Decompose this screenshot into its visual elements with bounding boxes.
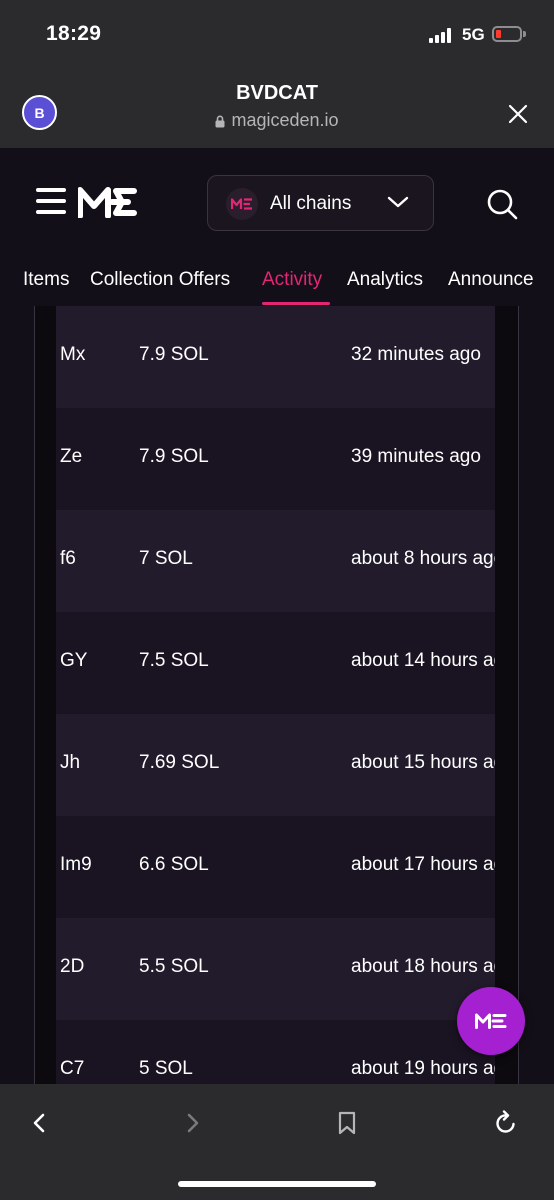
battery-icon xyxy=(492,26,526,42)
chain-select[interactable]: All chains xyxy=(207,175,434,231)
price: 7.9 SOL xyxy=(139,344,209,365)
price: 5 SOL xyxy=(139,1058,193,1079)
status-bar: 18:29 5G xyxy=(0,0,554,72)
time-ago: about 14 hours ago xyxy=(351,650,495,671)
token-id: f6 xyxy=(60,548,76,569)
back-icon[interactable] xyxy=(28,1110,52,1136)
home-indicator[interactable] xyxy=(178,1181,376,1187)
price: 7.69 SOL xyxy=(139,752,220,773)
time-ago: about 19 hours ago xyxy=(351,1058,495,1079)
browser-title-bar: B BVDCAT magiceden.io xyxy=(0,72,554,148)
table-row[interactable]: Ze 7.9 SOL 39 minutes ago xyxy=(56,408,495,510)
url-text: magiceden.io xyxy=(231,110,339,130)
time-ago: about 15 hours ago xyxy=(351,752,495,773)
table-row[interactable]: 2D 5.5 SOL about 18 hours ago xyxy=(56,918,495,1020)
time-ago: about 18 hours ago xyxy=(351,956,495,977)
time-ago: 39 minutes ago xyxy=(351,446,481,467)
token-id: GY xyxy=(60,650,88,671)
table-row[interactable]: C7 5 SOL about 19 hours ago xyxy=(56,1020,495,1084)
time-ago: about 8 hours ago xyxy=(351,548,495,569)
page-url[interactable]: magiceden.io xyxy=(0,110,554,131)
network-type: 5G xyxy=(462,25,485,44)
price: 7.9 SOL xyxy=(139,446,209,467)
price: 7.5 SOL xyxy=(139,650,209,671)
search-icon[interactable] xyxy=(486,188,518,220)
token-id: 2D xyxy=(60,956,85,977)
magic-eden-logo-icon xyxy=(475,1013,507,1029)
price: 6.6 SOL xyxy=(139,854,209,875)
collection-tabs: Items Collection Offers Activity Analyti… xyxy=(0,258,554,306)
chain-select-label: All chains xyxy=(270,193,352,214)
table-frame-right xyxy=(495,306,519,1084)
token-id: Im9 xyxy=(60,854,92,875)
price: 5.5 SOL xyxy=(139,956,209,977)
tab-announcements[interactable]: Announce xyxy=(448,269,534,291)
token-id: Mx xyxy=(60,344,86,365)
token-id: C7 xyxy=(60,1058,85,1079)
tab-items[interactable]: Items xyxy=(23,269,69,291)
forward-icon[interactable] xyxy=(180,1110,204,1136)
table-row[interactable]: Im9 6.6 SOL about 17 hours ago xyxy=(56,816,495,918)
table-row[interactable]: Jh 7.69 SOL about 15 hours ago xyxy=(56,714,495,816)
tab-activity[interactable]: Activity xyxy=(262,269,322,291)
activity-table[interactable]: Mx 7.9 SOL 32 minutes ago Ze 7.9 SOL 39 … xyxy=(0,306,554,1084)
tab-analytics[interactable]: Analytics xyxy=(347,269,423,291)
table-frame-left xyxy=(34,306,56,1084)
table-row[interactable]: f6 7 SOL about 8 hours ago xyxy=(56,510,495,612)
reload-icon[interactable] xyxy=(494,1110,518,1136)
bookmarks-icon[interactable] xyxy=(335,1110,359,1136)
active-tab-underline xyxy=(262,302,330,305)
status-time: 18:29 xyxy=(46,22,102,45)
token-id: Jh xyxy=(60,752,81,773)
hamburger-icon[interactable] xyxy=(36,188,66,214)
table-row[interactable]: GY 7.5 SOL about 14 hours ago xyxy=(56,612,495,714)
magic-eden-chain-icon xyxy=(226,188,258,220)
page-title: BVDCAT xyxy=(236,82,318,104)
chevron-down-icon xyxy=(387,196,409,208)
table-row[interactable]: Mx 7.9 SOL 32 minutes ago xyxy=(56,306,495,408)
signal-icon xyxy=(429,27,455,43)
close-icon[interactable] xyxy=(506,102,530,126)
tab-collection-offers[interactable]: Collection Offers xyxy=(90,269,230,291)
app-header: All chains xyxy=(0,148,554,258)
lock-icon xyxy=(215,115,225,128)
magic-eden-logo[interactable] xyxy=(78,186,138,218)
price: 7 SOL xyxy=(139,548,193,569)
magic-eden-fab-button[interactable] xyxy=(457,987,525,1055)
time-ago: 32 minutes ago xyxy=(351,344,481,365)
token-id: Ze xyxy=(60,446,83,467)
time-ago: about 17 hours ago xyxy=(351,854,495,875)
